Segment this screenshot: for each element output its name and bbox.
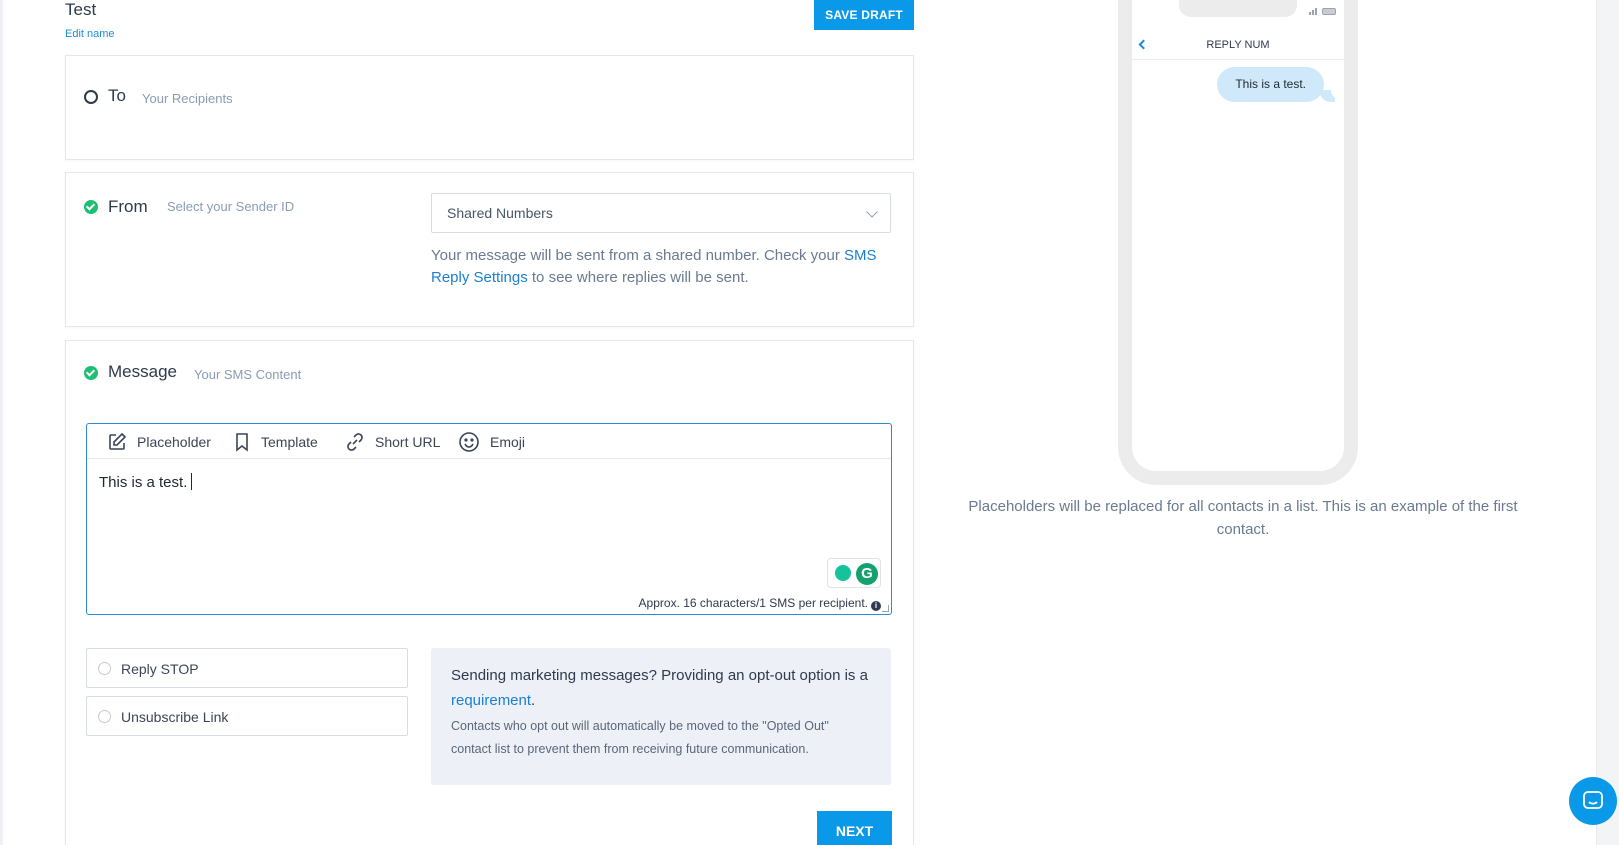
- next-button[interactable]: NEXT: [817, 811, 892, 845]
- optout-heading-end: .: [531, 692, 536, 709]
- from-note-text-end: to see where replies will be sent.: [527, 269, 749, 286]
- emoji-button[interactable]: Emoji: [458, 424, 525, 459]
- from-note: Your message will be sent from a shared …: [431, 245, 891, 289]
- optout-heading: Sending marketing messages? Providing an…: [451, 663, 871, 713]
- optout-heading-text: Sending marketing messages? Providing an…: [451, 667, 868, 684]
- back-arrow-icon: [1138, 39, 1149, 50]
- char-count-text: Approx. 16 characters/1 SMS per recipien…: [638, 596, 868, 610]
- grammarly-icon: G: [856, 563, 878, 585]
- placeholder-button[interactable]: Placeholder: [107, 424, 211, 459]
- preview-note: Placeholders will be replaced for all co…: [968, 498, 1518, 538]
- reply-stop-label: Reply STOP: [121, 661, 199, 677]
- to-status-icon: [84, 90, 98, 104]
- unsubscribe-link-radio[interactable]: [98, 710, 111, 723]
- unsubscribe-link-option[interactable]: Unsubscribe Link: [86, 696, 408, 736]
- chat-icon: [1583, 791, 1603, 809]
- bookmark-icon: [236, 432, 248, 452]
- template-button[interactable]: Template: [233, 424, 318, 459]
- message-textarea[interactable]: This is a test.: [99, 473, 193, 491]
- grammarly-widget[interactable]: G: [827, 558, 881, 588]
- from-subtitle: Select your Sender ID: [167, 199, 295, 214]
- requirement-link[interactable]: requirement: [451, 692, 531, 709]
- from-title: From: [108, 197, 148, 216]
- reply-stop-option[interactable]: Reply STOP: [86, 648, 408, 688]
- phone-header-title: REPLY NUM: [1206, 39, 1270, 51]
- message-bubble: This is a test.: [1217, 67, 1324, 102]
- phone-notch: [1179, 0, 1297, 17]
- placeholder-label: Placeholder: [137, 433, 211, 450]
- text-caret: [191, 473, 193, 490]
- message-text: This is a test.: [99, 474, 188, 491]
- smiley-icon: [459, 431, 479, 452]
- unsubscribe-link-label: Unsubscribe Link: [121, 709, 229, 725]
- reply-stop-radio[interactable]: [98, 662, 111, 675]
- lightbulb-icon: [835, 565, 851, 581]
- message-card: Message Your SMS Content Placeholder Tem…: [65, 340, 914, 845]
- right-scroll-gutter: [1596, 0, 1619, 845]
- chat-launcher-button[interactable]: [1569, 777, 1617, 825]
- edit-name-link[interactable]: Edit name: [65, 28, 115, 40]
- to-card[interactable]: To Your Recipients: [65, 55, 914, 160]
- template-label: Template: [261, 433, 318, 450]
- campaign-editor-page: Test Edit name SAVE DRAFT To Your Recipi…: [0, 0, 1596, 845]
- message-subtitle: Your SMS Content: [194, 367, 302, 382]
- optout-info-box: Sending marketing messages? Providing an…: [431, 648, 891, 785]
- battery-icon: [1322, 8, 1336, 15]
- editor-toolbar: Placeholder Template Short URL Emoji: [87, 424, 891, 459]
- chevron-down-icon: [866, 206, 878, 218]
- phone-header: REPLY NUM: [1132, 30, 1344, 60]
- to-title: To: [108, 86, 126, 105]
- message-check-icon: [84, 366, 98, 380]
- save-draft-button[interactable]: SAVE DRAFT: [814, 0, 914, 30]
- from-card: From Select your Sender ID Shared Number…: [65, 172, 914, 327]
- sender-id-selected: Shared Numbers: [447, 205, 553, 221]
- message-editor[interactable]: Placeholder Template Short URL Emoji Thi…: [86, 423, 892, 615]
- campaign-name: Test: [65, 0, 97, 19]
- edit-icon: [109, 432, 127, 450]
- emoji-label: Emoji: [490, 433, 526, 450]
- short-url-button[interactable]: Short URL: [345, 424, 440, 459]
- optout-body: Contacts who opt out will automatically …: [451, 719, 829, 756]
- phone-status-icons: [1309, 6, 1336, 15]
- message-title: Message: [108, 362, 177, 381]
- from-note-text: Your message will be sent from a shared …: [431, 247, 844, 264]
- from-check-icon: [84, 200, 98, 214]
- phone-screen: REPLY NUM This is a test.: [1132, 0, 1344, 471]
- info-icon[interactable]: i: [871, 601, 881, 611]
- to-subtitle: Your Recipients: [142, 91, 233, 106]
- link-icon: [347, 432, 363, 451]
- sender-id-select[interactable]: Shared Numbers: [431, 193, 891, 233]
- short-url-label: Short URL: [375, 433, 441, 450]
- resize-handle[interactable]: [882, 605, 889, 612]
- char-count: Approx. 16 characters/1 SMS per recipien…: [639, 596, 881, 611]
